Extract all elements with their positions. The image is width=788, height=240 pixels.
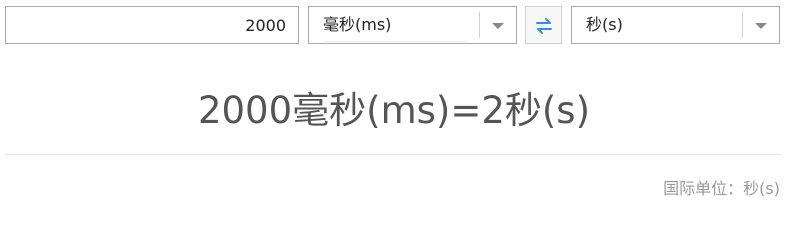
- si-unit-note: 国际单位：秒(s): [663, 179, 780, 198]
- to-unit-selected-label: 秒(s): [586, 15, 623, 34]
- unit-converter: 毫秒(ms) 秒(s) 2000毫秒(ms)=2秒(s) 国际单位：秒(s): [0, 0, 788, 203]
- chevron-down-icon[interactable]: [492, 23, 504, 29]
- converter-controls: 毫秒(ms) 秒(s): [5, 6, 781, 44]
- to-unit-select[interactable]: 秒(s): [571, 6, 780, 44]
- from-unit-separator: [479, 12, 480, 38]
- from-unit-selected-label: 毫秒(ms): [323, 15, 392, 34]
- from-unit-underline: [323, 41, 468, 42]
- value-input[interactable]: [5, 6, 299, 44]
- conversion-result: 2000毫秒(ms)=2秒(s): [197, 89, 591, 132]
- swap-arrows-icon: [536, 18, 552, 34]
- swap-units-button[interactable]: [525, 6, 562, 44]
- divider: [5, 154, 781, 155]
- chevron-down-icon[interactable]: [755, 23, 767, 29]
- to-unit-separator: [742, 12, 743, 38]
- from-unit-select[interactable]: 毫秒(ms): [308, 6, 517, 44]
